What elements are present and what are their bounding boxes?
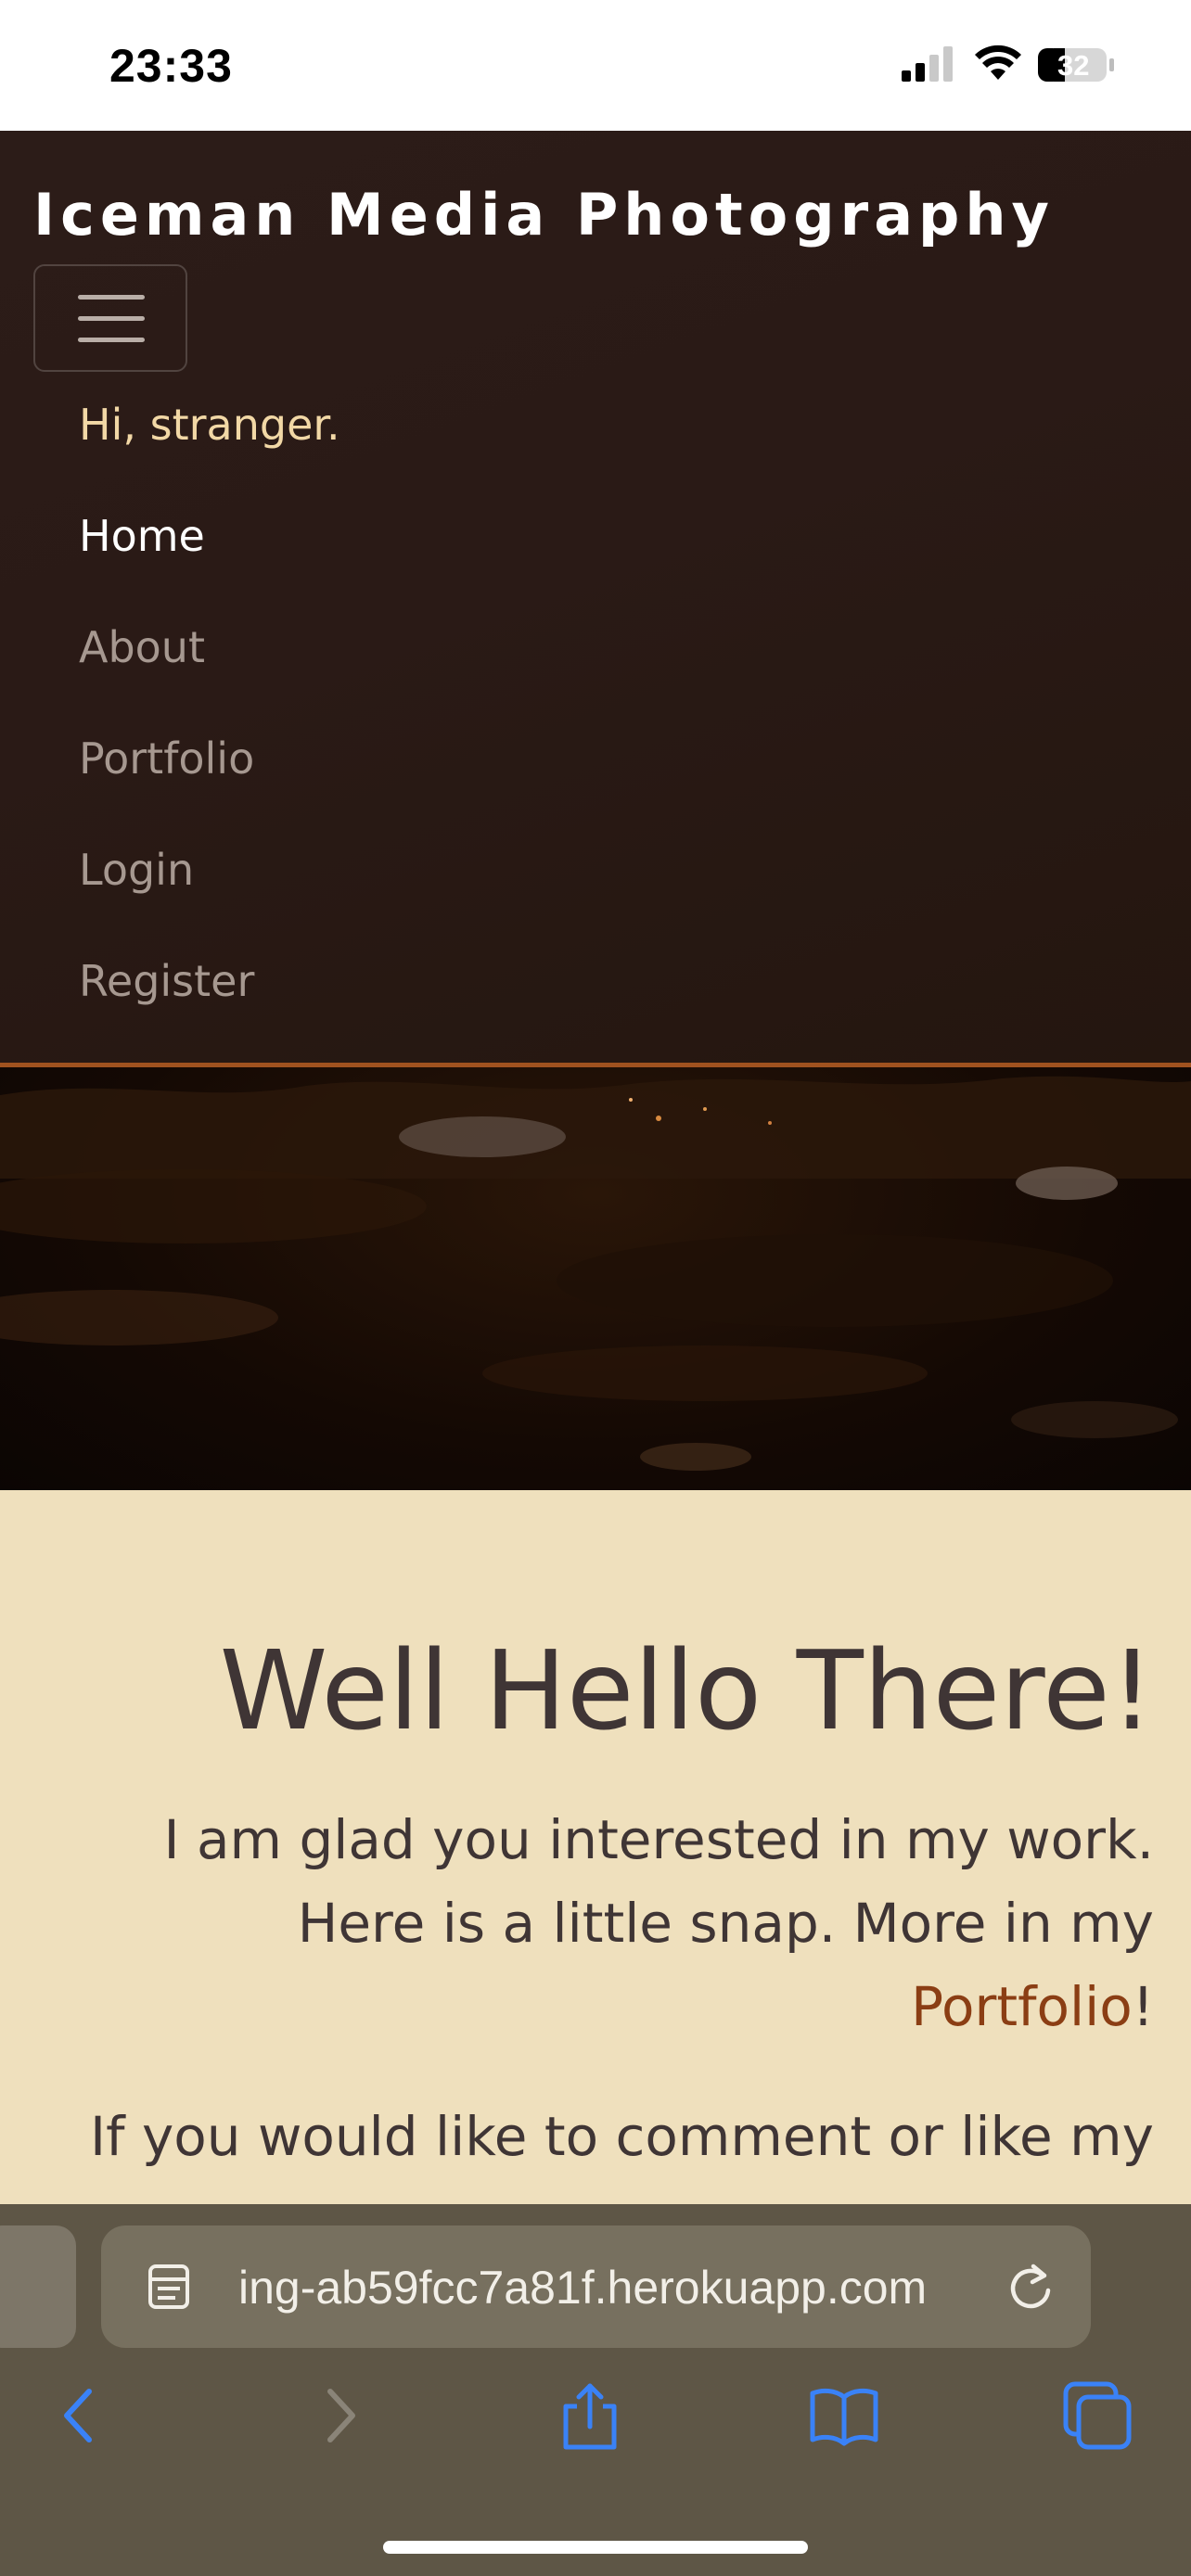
hero-rocks-graphic [0, 1076, 1191, 1471]
status-bar: 23:33 32 [0, 0, 1191, 131]
battery-icon: 32 [1037, 46, 1115, 83]
brand-title[interactable]: Iceman Media Photography [33, 181, 1055, 249]
hamburger-icon [78, 295, 145, 300]
intro-line-3: Portfolio! [911, 1975, 1154, 2038]
battery-level: 32 [1057, 49, 1090, 82]
back-icon[interactable] [43, 2378, 117, 2453]
intro-end: ! [1132, 1975, 1154, 2038]
nav-item-register[interactable]: Register [79, 956, 254, 1006]
share-icon[interactable] [553, 2378, 627, 2453]
hamburger-icon-bar [78, 338, 145, 342]
home-indicator[interactable] [383, 2541, 808, 2554]
nav-item-login[interactable]: Login [79, 845, 194, 895]
hero-image [0, 1067, 1191, 1490]
previous-tab-preview[interactable] [0, 2225, 76, 2348]
intro-line-2: Here is a little snap. More in my [297, 1892, 1154, 1955]
address-bar[interactable]: ing-ab59fcc7a81f.herokuapp.com [101, 2225, 1091, 2348]
status-time: 23:33 [109, 40, 233, 92]
comment-paragraph: If you would like to comment or like my [89, 2105, 1154, 2168]
nav-item-portfolio[interactable]: Portfolio [79, 733, 254, 784]
portfolio-link[interactable]: Portfolio [911, 1975, 1133, 2038]
signal-icon [902, 46, 953, 82]
url-text[interactable]: ing-ab59fcc7a81f.herokuapp.com [238, 2261, 927, 2315]
hamburger-icon-bar [78, 316, 145, 321]
main-content: Well Hello There! I am glad you interest… [0, 1490, 1191, 2204]
intro-line-1: I am glad you interested in my work. [163, 1808, 1154, 1871]
reload-icon[interactable] [1005, 2261, 1056, 2313]
bookmarks-icon[interactable] [807, 2378, 881, 2453]
page-menu-icon[interactable] [147, 2263, 190, 2311]
menu-toggle-button[interactable] [33, 264, 187, 372]
wifi-icon [975, 45, 1021, 80]
nav-item-home[interactable]: Home [79, 511, 205, 561]
browser-toolbar: ing-ab59fcc7a81f.herokuapp.com [0, 2204, 1191, 2576]
page-title: Well Hello There! [219, 1626, 1154, 1754]
forward-icon[interactable] [302, 2378, 377, 2453]
site-navbar: Iceman Media Photography Hi, stranger. H… [0, 131, 1191, 1067]
nav-greeting: Hi, stranger. [79, 400, 340, 450]
tabs-icon[interactable] [1060, 2378, 1134, 2453]
nav-item-about[interactable]: About [79, 622, 205, 672]
